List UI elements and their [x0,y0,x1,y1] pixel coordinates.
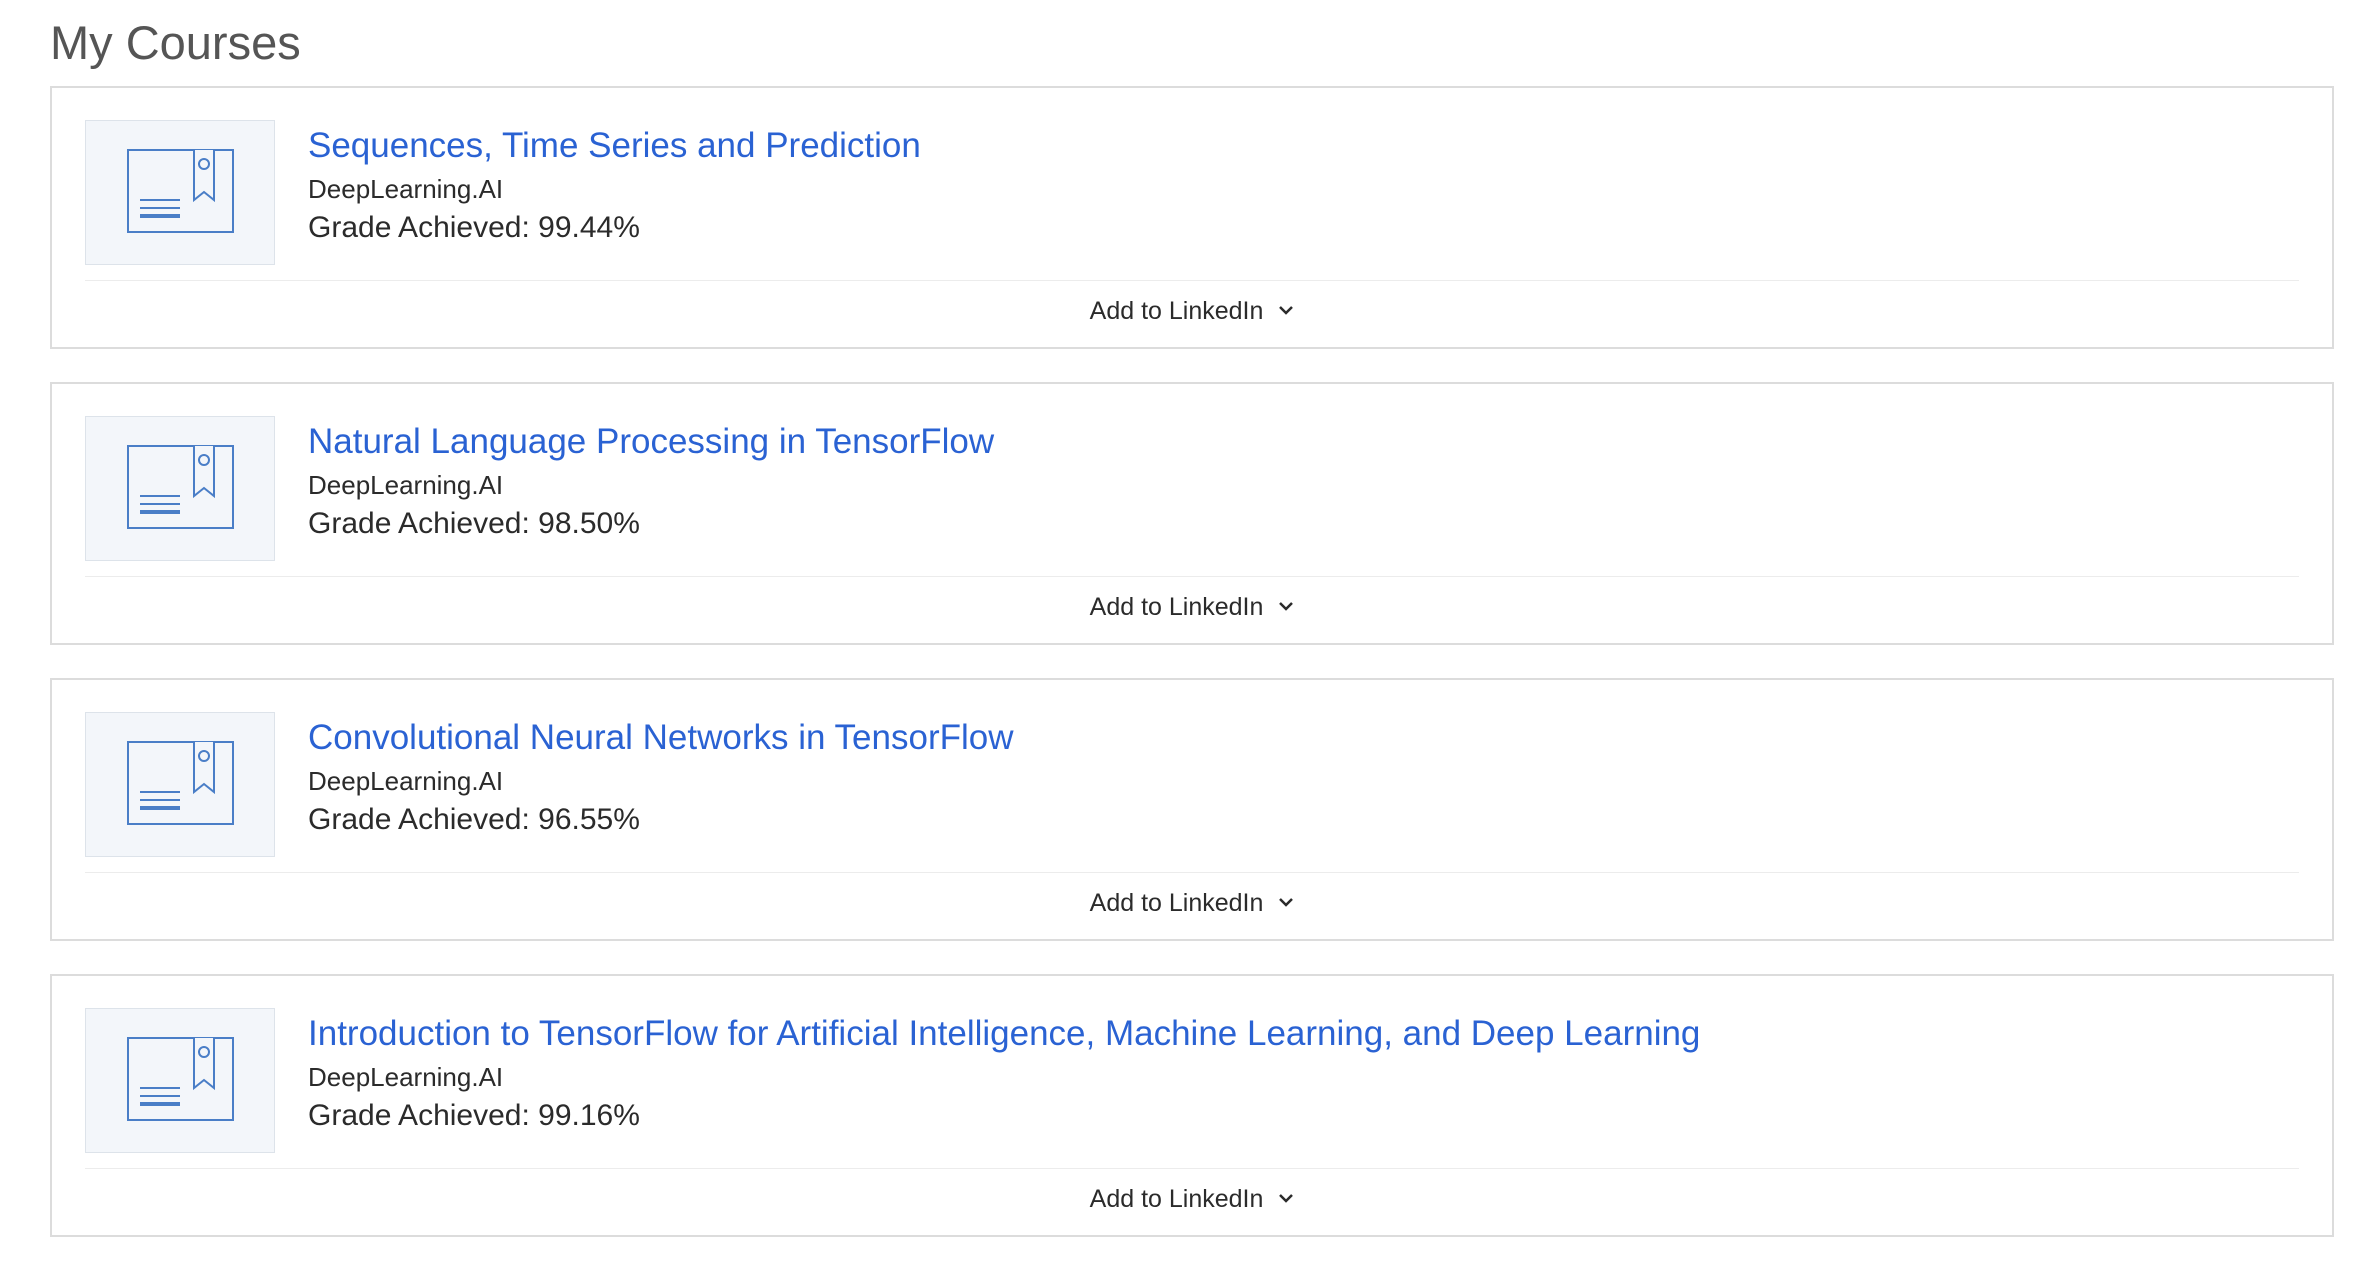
course-thumbnail[interactable] [85,416,275,561]
card-divider [85,280,2299,281]
course-title-link[interactable]: Sequences, Time Series and Prediction [308,124,921,168]
card-divider [85,872,2299,873]
grade-label: Grade Achieved: [308,507,530,540]
certificate-icon [127,741,234,825]
grade-value: 99.16% [538,1099,640,1132]
grade-value: 99.44% [538,211,640,244]
add-to-linkedin-button[interactable]: Add to LinkedIn [52,291,2332,331]
course-partner: DeepLearning.AI [308,766,504,796]
course-list: Sequences, Time Series and Prediction De… [50,86,2334,1270]
course-thumbnail[interactable] [85,120,275,265]
course-card: Natural Language Processing in TensorFlo… [50,382,2334,645]
grade-row: Grade Achieved: 96.55% [308,800,640,840]
certificate-icon [127,149,234,233]
add-to-linkedin-button[interactable]: Add to LinkedIn [52,883,2332,923]
course-title-link[interactable]: Introduction to TensorFlow for Artificia… [308,1012,1700,1056]
course-card: Sequences, Time Series and Prediction De… [50,86,2334,349]
grade-label: Grade Achieved: [308,1099,530,1132]
course-card: Introduction to TensorFlow for Artificia… [50,974,2334,1237]
certificate-icon [127,1037,234,1121]
add-to-linkedin-label: Add to LinkedIn [1089,1185,1264,1213]
course-card: Convolutional Neural Networks in TensorF… [50,678,2334,941]
grade-label: Grade Achieved: [308,211,530,244]
course-title-link[interactable]: Natural Language Processing in TensorFlo… [308,420,994,464]
card-divider [85,1168,2299,1169]
course-partner: DeepLearning.AI [308,1062,504,1092]
certificate-icon [127,445,234,529]
chevron-down-icon [1279,898,1294,908]
chevron-down-icon [1279,306,1294,316]
add-to-linkedin-button[interactable]: Add to LinkedIn [52,587,2332,627]
add-to-linkedin-label: Add to LinkedIn [1089,297,1264,325]
grade-label: Grade Achieved: [308,803,530,836]
chevron-down-icon [1279,602,1294,612]
add-to-linkedin-label: Add to LinkedIn [1089,889,1264,917]
grade-value: 98.50% [538,507,640,540]
grade-row: Grade Achieved: 99.44% [308,208,640,248]
grade-value: 96.55% [538,803,640,836]
course-thumbnail[interactable] [85,712,275,857]
course-partner: DeepLearning.AI [308,174,504,204]
grade-row: Grade Achieved: 98.50% [308,504,640,544]
chevron-down-icon [1279,1194,1294,1204]
add-to-linkedin-button[interactable]: Add to LinkedIn [52,1179,2332,1219]
add-to-linkedin-label: Add to LinkedIn [1089,593,1264,621]
grade-row: Grade Achieved: 99.16% [308,1096,640,1136]
card-divider [85,576,2299,577]
course-partner: DeepLearning.AI [308,470,504,500]
page-title: My Courses [50,16,301,69]
course-title-link[interactable]: Convolutional Neural Networks in TensorF… [308,716,1014,760]
course-thumbnail[interactable] [85,1008,275,1153]
